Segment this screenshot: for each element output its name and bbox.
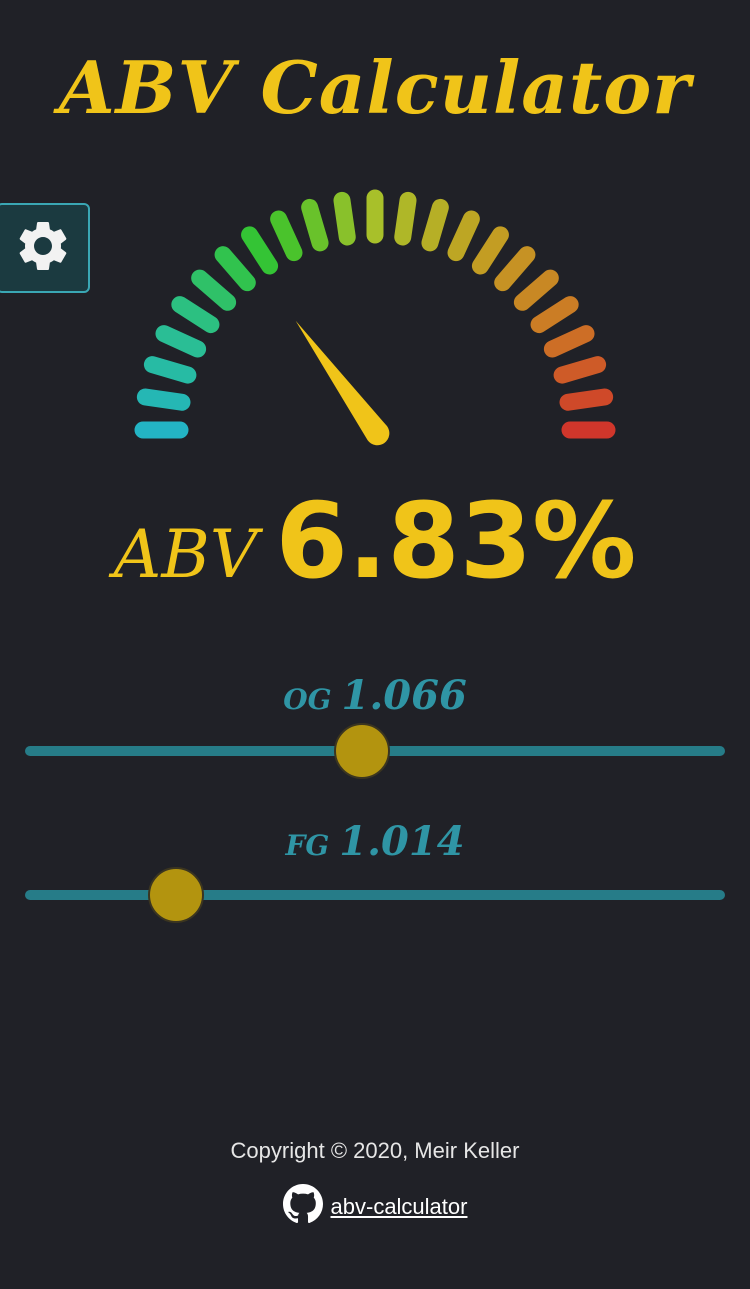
repo-link-row: abv-calculator (0, 1184, 750, 1230)
abv-readout: ABV 6.83% (0, 480, 750, 602)
og-value: 1.066 (341, 672, 467, 719)
gauge-tick (559, 388, 614, 411)
fg-label: FG 1.014 (0, 818, 750, 865)
gauge-tick (471, 226, 509, 275)
gauge-tick (136, 388, 191, 411)
og-slider-thumb[interactable] (334, 723, 391, 779)
gauge-tick (155, 325, 207, 358)
gauge-tick (270, 210, 303, 262)
fg-slider-track[interactable] (25, 867, 725, 923)
og-slider-track[interactable] (25, 723, 725, 779)
gauge-tick (530, 296, 579, 334)
gauge-tick (214, 246, 256, 292)
copyright-text: Copyright © 2020, Meir Keller (230, 1138, 520, 1163)
gauge-tick (553, 356, 607, 384)
gauge-tick (171, 296, 220, 334)
fg-value: 1.014 (339, 818, 465, 865)
abv-gauge (134, 189, 616, 446)
gauge-tick (241, 226, 279, 275)
repo-link[interactable]: abv-calculator (331, 1194, 468, 1220)
fg-label-text: FG (285, 829, 330, 862)
github-icon (282, 1184, 323, 1230)
gauge-tick (143, 356, 197, 384)
gauge-tick (543, 325, 595, 358)
gauge-tick (301, 198, 329, 252)
gauge-tick (447, 210, 480, 262)
gauge-tick (333, 191, 356, 246)
gauge-tick (394, 191, 417, 246)
gauge-tick (191, 269, 237, 311)
og-label: OG 1.066 (0, 672, 750, 719)
fg-slider-thumb[interactable] (148, 867, 205, 923)
abv-value: 6.83% (275, 480, 637, 602)
gauge-tick (421, 198, 449, 252)
gauge-tick (513, 269, 559, 311)
gauge-tick (494, 246, 536, 292)
og-label-text: OG (283, 683, 332, 716)
abv-label: ABV (113, 516, 258, 593)
gauge-needle (295, 320, 390, 446)
